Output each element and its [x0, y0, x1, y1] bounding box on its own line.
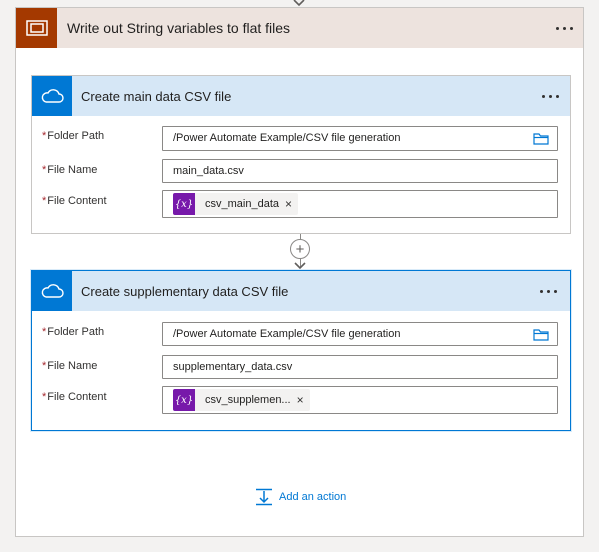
variable-icon: {x}: [173, 193, 195, 215]
file-content-label: *File Content: [42, 195, 107, 207]
scope-more-options-icon[interactable]: [556, 23, 578, 33]
variable-icon: {x}: [173, 389, 195, 411]
folder-path-label: *Folder Path: [42, 326, 105, 338]
file-name-label: *File Name: [42, 164, 98, 176]
action-card-supplementary-data: Create supplementary data CSV file *Fold…: [31, 270, 571, 431]
card-more-options-icon[interactable]: [542, 91, 564, 101]
scope-icon: [16, 8, 57, 48]
file-content-input[interactable]: {x} csv_main_data ×: [162, 190, 558, 218]
card-title: Create main data CSV file: [81, 89, 232, 104]
add-action-icon: [256, 488, 272, 506]
scope-title: Write out String variables to flat files: [67, 20, 291, 36]
onedrive-cloud-icon: [32, 76, 72, 116]
file-name-value: main_data.csv: [173, 165, 244, 177]
file-content-input[interactable]: {x} csv_supplemen... ×: [162, 386, 558, 414]
remove-token-icon[interactable]: ×: [285, 197, 298, 211]
add-action-label: Add an action: [279, 491, 347, 503]
variable-token[interactable]: {x} csv_main_data ×: [173, 193, 299, 215]
card-header[interactable]: Create main data CSV file: [32, 76, 570, 116]
action-card-main-data: Create main data CSV file *Folder Path /…: [31, 75, 571, 234]
folder-path-input[interactable]: /Power Automate Example/CSV file generat…: [162, 126, 558, 151]
folder-icon[interactable]: [533, 329, 549, 341]
incoming-arrow-icon: [293, 0, 305, 7]
add-action-button[interactable]: Add an action: [255, 488, 346, 506]
card-more-options-icon[interactable]: [540, 286, 562, 296]
folder-path-value: /Power Automate Example/CSV file generat…: [173, 132, 401, 144]
file-content-label: *File Content: [42, 391, 107, 403]
folder-icon[interactable]: [533, 133, 549, 145]
scope-header[interactable]: Write out String variables to flat files: [16, 8, 583, 48]
scope-container: Write out String variables to flat files…: [15, 7, 584, 537]
file-name-input[interactable]: supplementary_data.csv: [162, 355, 558, 379]
folder-path-value: /Power Automate Example/CSV file generat…: [173, 328, 401, 340]
file-name-value: supplementary_data.csv: [173, 361, 293, 373]
remove-token-icon[interactable]: ×: [297, 393, 310, 407]
file-name-input[interactable]: main_data.csv: [162, 159, 558, 183]
file-name-label: *File Name: [42, 360, 98, 372]
card-title: Create supplementary data CSV file: [81, 284, 289, 299]
card-header[interactable]: Create supplementary data CSV file: [32, 271, 570, 311]
variable-token[interactable]: {x} csv_supplemen... ×: [173, 389, 310, 411]
down-arrow-icon: [294, 262, 306, 270]
folder-path-input[interactable]: /Power Automate Example/CSV file generat…: [162, 322, 558, 346]
insert-step-button[interactable]: +: [290, 239, 310, 259]
folder-path-label: *Folder Path: [42, 130, 105, 142]
token-label: csv_supplemen...: [205, 394, 291, 406]
onedrive-cloud-icon: [32, 271, 72, 311]
token-label: csv_main_data: [205, 198, 279, 210]
